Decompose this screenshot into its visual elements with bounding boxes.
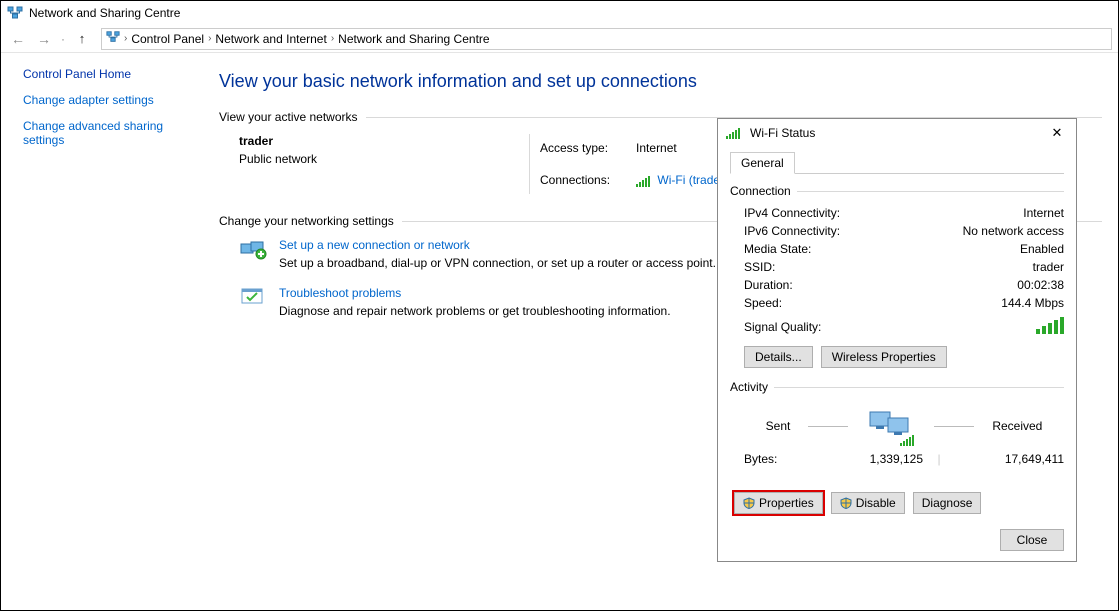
shield-icon <box>840 497 852 509</box>
media-state-label: Media State: <box>744 242 811 256</box>
ssid-label: SSID: <box>744 260 775 274</box>
setup-connection-desc: Set up a broadband, dial-up or VPN conne… <box>279 256 716 270</box>
breadcrumb[interactable]: Control Panel <box>131 32 204 46</box>
duration-value: 00:02:38 <box>1017 278 1064 292</box>
shield-icon <box>743 497 755 509</box>
chevron-right-icon[interactable]: › <box>331 33 334 44</box>
window-titlebar: Network and Sharing Centre <box>1 1 1118 25</box>
address-bar[interactable]: › Control Panel › Network and Internet ›… <box>101 28 1112 50</box>
duration-label: Duration: <box>744 278 793 292</box>
nav-separator: · <box>61 32 65 46</box>
connections-link[interactable]: Wi-Fi (trader) <box>636 173 728 187</box>
dialog-titlebar: Wi-Fi Status ✕ <box>718 119 1076 147</box>
sent-label: Sent <box>766 419 791 433</box>
setup-connection-icon <box>239 238 267 260</box>
bytes-label: Bytes: <box>744 452 814 466</box>
sidebar: Control Panel Home Change adapter settin… <box>1 53 207 610</box>
ssid-value: trader <box>1033 260 1064 274</box>
access-type-label: Access type: <box>540 141 610 155</box>
wireless-properties-button[interactable]: Wireless Properties <box>821 346 947 368</box>
bytes-received-value: 17,649,411 <box>955 452 1064 466</box>
sidebar-home-link[interactable]: Control Panel Home <box>23 67 197 81</box>
diagnose-button[interactable]: Diagnose <box>913 492 982 514</box>
activity-section-heading: Activity <box>730 380 1064 394</box>
speed-label: Speed: <box>744 296 782 310</box>
connection-section-heading: Connection <box>730 184 1064 198</box>
ipv6-value: No network access <box>963 224 1064 238</box>
network-name: trader <box>239 134 529 148</box>
close-button[interactable]: Close <box>1000 529 1064 551</box>
breadcrumb[interactable]: Network and Internet <box>215 32 326 46</box>
properties-button-label: Properties <box>759 496 814 510</box>
bytes-sent-value: 1,339,125 <box>814 452 923 466</box>
signal-icon <box>900 434 914 446</box>
window-title: Network and Sharing Centre <box>29 6 180 20</box>
tab-general[interactable]: General <box>730 152 795 174</box>
chevron-right-icon[interactable]: › <box>124 33 127 44</box>
ipv6-label: IPv6 Connectivity: <box>744 224 840 238</box>
ipv4-value: Internet <box>1023 206 1064 220</box>
troubleshoot-icon <box>239 286 267 308</box>
page-title: View your basic network information and … <box>219 71 1102 92</box>
ipv4-label: IPv4 Connectivity: <box>744 206 840 220</box>
network-type: Public network <box>239 152 529 166</box>
forward-button[interactable]: → <box>33 28 55 50</box>
received-label: Received <box>992 419 1042 433</box>
dialog-title: Wi-Fi Status <box>750 126 815 140</box>
signal-quality-label: Signal Quality: <box>744 320 821 334</box>
details-button[interactable]: Details... <box>744 346 813 368</box>
activity-monitors-icon <box>866 408 916 444</box>
troubleshoot-link[interactable]: Troubleshoot problems <box>279 286 671 300</box>
setup-connection-link[interactable]: Set up a new connection or network <box>279 238 716 252</box>
sidebar-adapter-settings-link[interactable]: Change adapter settings <box>23 93 197 107</box>
up-button[interactable]: ↑ <box>71 28 93 50</box>
signal-icon <box>636 175 650 187</box>
chevron-right-icon[interactable]: › <box>208 33 211 44</box>
back-button[interactable]: ← <box>7 28 29 50</box>
network-center-icon <box>106 30 120 47</box>
nav-toolbar: ← → · ↑ › Control Panel › Network and In… <box>1 25 1118 53</box>
sidebar-advanced-sharing-link[interactable]: Change advanced sharing settings <box>23 119 197 147</box>
troubleshoot-desc: Diagnose and repair network problems or … <box>279 304 671 318</box>
breadcrumb[interactable]: Network and Sharing Centre <box>338 32 489 46</box>
signal-quality-icon <box>1036 316 1064 334</box>
connections-label: Connections: <box>540 173 610 187</box>
disable-button[interactable]: Disable <box>831 492 905 514</box>
network-center-icon <box>7 5 23 21</box>
disable-button-label: Disable <box>856 496 896 510</box>
properties-button[interactable]: Properties <box>734 492 823 514</box>
media-state-value: Enabled <box>1020 242 1064 256</box>
speed-value: 144.4 Mbps <box>1001 296 1064 310</box>
access-type-value: Internet <box>636 141 728 155</box>
signal-icon <box>726 127 740 139</box>
close-icon[interactable]: ✕ <box>1046 122 1068 144</box>
dialog-tabs: General <box>730 151 1064 174</box>
wifi-status-dialog: Wi-Fi Status ✕ General Connection IPv4 C… <box>717 118 1077 562</box>
